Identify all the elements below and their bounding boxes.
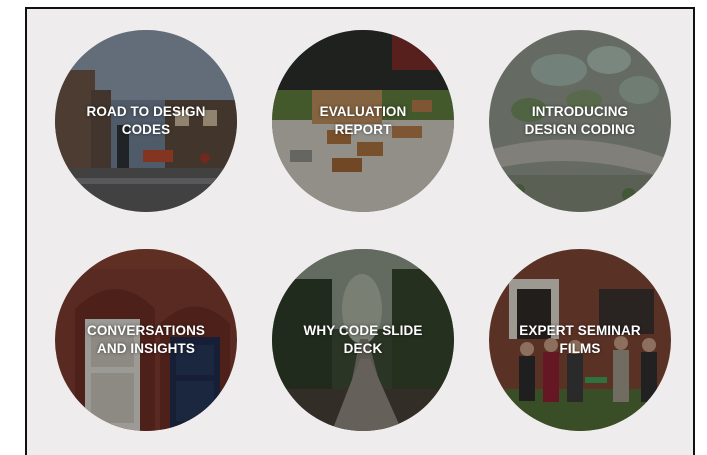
tile-label: WHY CODE SLIDE DECK (272, 322, 454, 358)
tile-expert-seminar-films[interactable]: EXPERT SEMINAR FILMS (489, 249, 671, 431)
resource-tiles-panel: ROAD TO DESIGN CODES EVALUATION REPORT I… (25, 7, 695, 455)
tile-label-line: FILMS (559, 341, 601, 356)
tile-label-line: DESIGN CODING (524, 122, 636, 137)
tile-why-code-slide-deck[interactable]: WHY CODE SLIDE DECK (272, 249, 454, 431)
tile-label: INTRODUCING DESIGN CODING (489, 103, 671, 139)
tile-label-line: CONVERSATIONS (86, 323, 206, 338)
tile-label-line: CODES (121, 122, 171, 137)
tile-conversations-and-insights[interactable]: CONVERSATIONS AND INSIGHTS (55, 249, 237, 431)
tile-label: CONVERSATIONS AND INSIGHTS (55, 322, 237, 358)
tile-evaluation-report[interactable]: EVALUATION REPORT (272, 30, 454, 212)
tile-label: EVALUATION REPORT (272, 103, 454, 139)
tile-label: ROAD TO DESIGN CODES (55, 103, 237, 139)
tile-label-line: EVALUATION (319, 104, 407, 119)
tile-label-line: AND INSIGHTS (97, 341, 195, 356)
tile-road-to-design-codes[interactable]: ROAD TO DESIGN CODES (55, 30, 237, 212)
tile-label: EXPERT SEMINAR FILMS (489, 322, 671, 358)
tile-label-line: REPORT (334, 122, 392, 137)
tile-label-line: WHY CODE SLIDE (303, 323, 423, 338)
tile-introducing-design-coding[interactable]: INTRODUCING DESIGN CODING (489, 30, 671, 212)
tile-label-line: ROAD TO DESIGN (86, 104, 206, 119)
tile-label-line: EXPERT SEMINAR (519, 323, 641, 338)
tile-label-line: INTRODUCING (531, 104, 629, 119)
tile-label-line: DECK (343, 341, 383, 356)
